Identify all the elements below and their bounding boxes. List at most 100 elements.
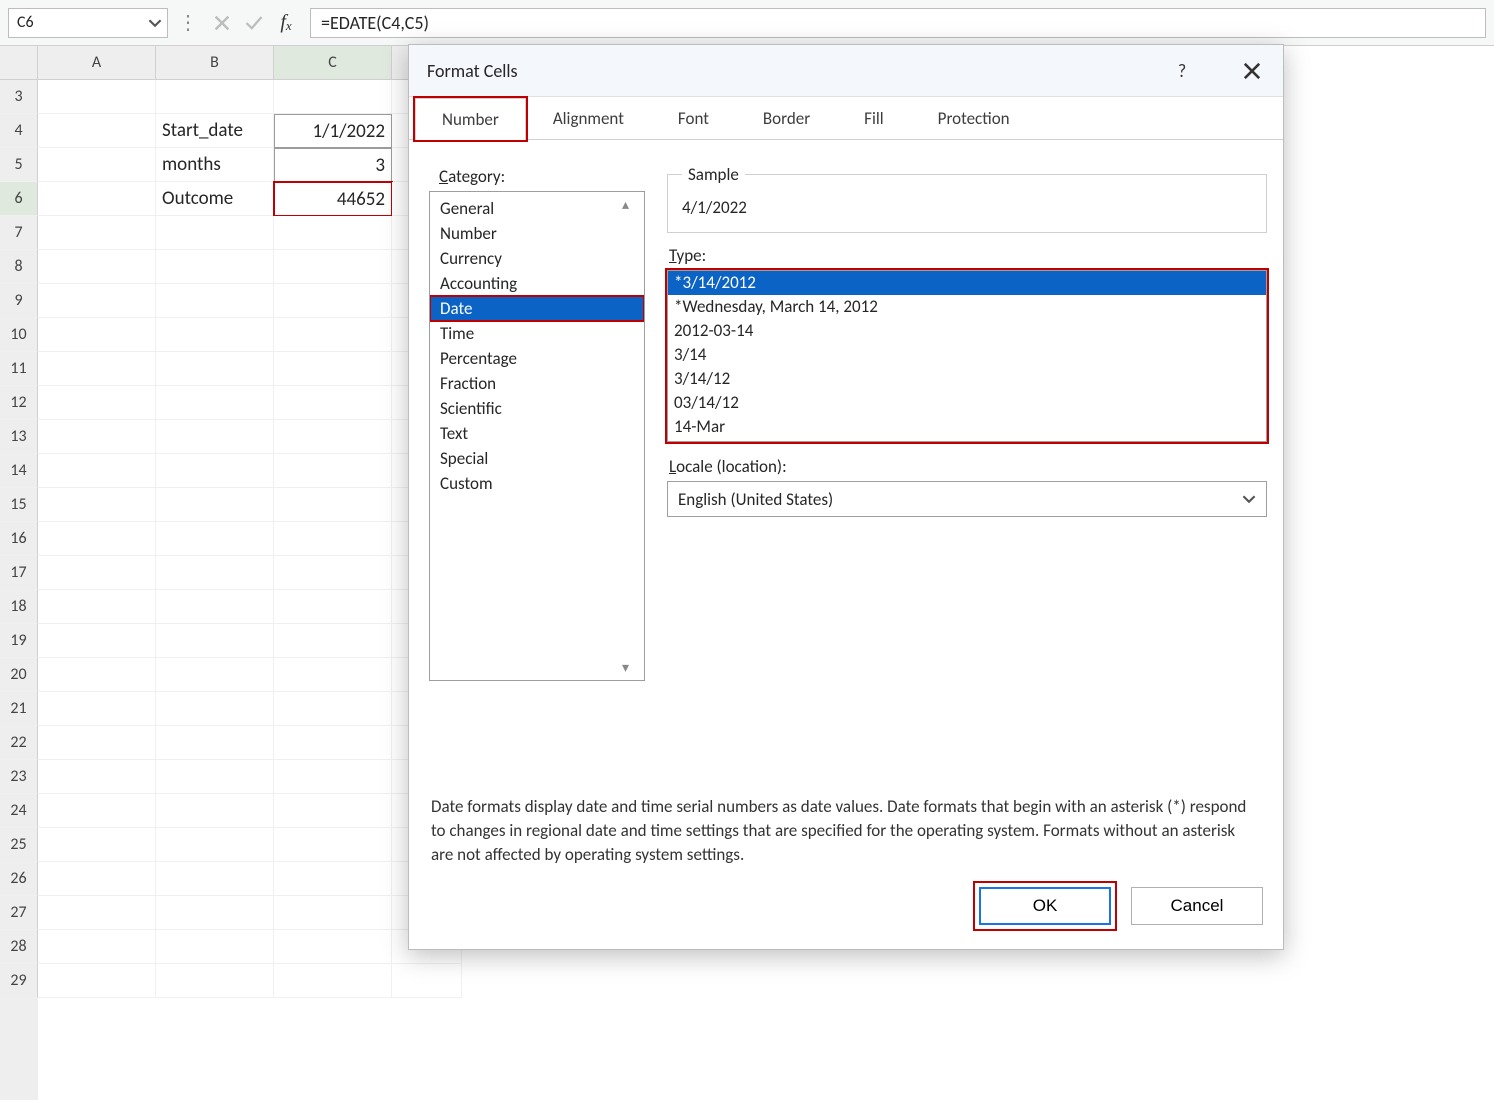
- cell[interactable]: [274, 216, 392, 250]
- row-header[interactable]: 16: [0, 522, 38, 556]
- category-item-accounting[interactable]: Accounting: [430, 271, 644, 296]
- type-item[interactable]: 3/14/12: [668, 367, 1266, 391]
- cell[interactable]: [38, 658, 156, 692]
- row-header[interactable]: 27: [0, 896, 38, 930]
- row-header[interactable]: 24: [0, 794, 38, 828]
- cell[interactable]: [38, 896, 156, 930]
- type-item[interactable]: 14-Mar: [668, 415, 1266, 439]
- category-item-currency[interactable]: Currency: [430, 246, 644, 271]
- formula-input[interactable]: =EDATE(C4,C5): [310, 8, 1486, 38]
- category-item-scientific[interactable]: Scientific: [430, 396, 644, 421]
- cell[interactable]: [38, 624, 156, 658]
- cell[interactable]: [274, 692, 392, 726]
- cell[interactable]: [274, 420, 392, 454]
- cell[interactable]: [156, 794, 274, 828]
- cell[interactable]: [38, 216, 156, 250]
- row-header[interactable]: 20: [0, 658, 38, 692]
- cell[interactable]: [156, 284, 274, 318]
- cell-B5[interactable]: months: [156, 148, 274, 182]
- help-icon[interactable]: ?: [1167, 56, 1197, 86]
- cell[interactable]: [274, 930, 392, 964]
- row-header[interactable]: 10: [0, 318, 38, 352]
- cell[interactable]: [156, 80, 274, 114]
- row-header[interactable]: 14: [0, 454, 38, 488]
- cell[interactable]: [274, 386, 392, 420]
- cell[interactable]: [156, 522, 274, 556]
- column-header[interactable]: C: [274, 46, 392, 80]
- tab-fill[interactable]: Fill: [837, 97, 911, 139]
- cancel-icon[interactable]: [208, 9, 236, 37]
- cell[interactable]: [156, 828, 274, 862]
- category-item-number[interactable]: Number: [430, 221, 644, 246]
- cell[interactable]: [38, 522, 156, 556]
- category-item-custom[interactable]: Custom: [430, 471, 644, 496]
- cell[interactable]: [156, 658, 274, 692]
- insert-function-icon[interactable]: fx: [272, 9, 300, 37]
- cell[interactable]: [38, 148, 156, 182]
- cell[interactable]: [38, 964, 156, 998]
- row-header[interactable]: 4: [0, 114, 38, 148]
- row-header[interactable]: 5: [0, 148, 38, 182]
- cell[interactable]: [274, 726, 392, 760]
- category-item-special[interactable]: Special: [430, 446, 644, 471]
- cell-C5[interactable]: 3: [274, 148, 392, 182]
- cell[interactable]: [38, 250, 156, 284]
- cell[interactable]: [156, 862, 274, 896]
- row-header[interactable]: 29: [0, 964, 38, 998]
- category-item-fraction[interactable]: Fraction: [430, 371, 644, 396]
- row-header[interactable]: 25: [0, 828, 38, 862]
- cell[interactable]: [156, 692, 274, 726]
- row-header[interactable]: 15: [0, 488, 38, 522]
- cell[interactable]: [274, 318, 392, 352]
- cell[interactable]: [38, 488, 156, 522]
- close-icon[interactable]: [1237, 56, 1267, 86]
- cell[interactable]: [156, 250, 274, 284]
- cell[interactable]: [274, 556, 392, 590]
- cell[interactable]: [274, 250, 392, 284]
- row-header[interactable]: 13: [0, 420, 38, 454]
- cell[interactable]: [274, 352, 392, 386]
- scroll-up-icon[interactable]: ▴: [622, 196, 642, 213]
- category-item-general[interactable]: General: [430, 196, 644, 221]
- cell[interactable]: [156, 352, 274, 386]
- type-list[interactable]: *3/14/2012 *Wednesday, March 14, 2012 20…: [667, 270, 1267, 442]
- row-header[interactable]: 17: [0, 556, 38, 590]
- row-header[interactable]: 7: [0, 216, 38, 250]
- cell[interactable]: [156, 760, 274, 794]
- row-header[interactable]: 19: [0, 624, 38, 658]
- cell[interactable]: [274, 964, 392, 998]
- ok-button[interactable]: OK: [979, 887, 1111, 925]
- cell[interactable]: [156, 726, 274, 760]
- cell-C4[interactable]: 1/1/2022: [274, 114, 392, 148]
- cell[interactable]: [38, 862, 156, 896]
- tab-font[interactable]: Font: [651, 97, 736, 139]
- enter-icon[interactable]: [240, 9, 268, 37]
- cell[interactable]: [38, 284, 156, 318]
- cell[interactable]: [274, 828, 392, 862]
- cell[interactable]: [38, 930, 156, 964]
- row-header[interactable]: 21: [0, 692, 38, 726]
- scroll-down-icon[interactable]: ▾: [622, 659, 642, 676]
- cell[interactable]: [274, 658, 392, 692]
- cancel-button[interactable]: Cancel: [1131, 887, 1263, 925]
- cell-B4[interactable]: Start_date: [156, 114, 274, 148]
- cell[interactable]: [38, 420, 156, 454]
- cell[interactable]: [274, 590, 392, 624]
- name-box[interactable]: C6: [8, 8, 168, 38]
- tab-alignment[interactable]: Alignment: [526, 97, 651, 139]
- row-header[interactable]: 6: [0, 182, 38, 216]
- scrollbar[interactable]: ▴ ▾: [622, 196, 642, 676]
- row-header[interactable]: 26: [0, 862, 38, 896]
- cell[interactable]: [156, 624, 274, 658]
- cell[interactable]: [156, 930, 274, 964]
- cell[interactable]: [156, 488, 274, 522]
- cell-B6[interactable]: Outcome: [156, 182, 274, 216]
- row-header[interactable]: 11: [0, 352, 38, 386]
- cell[interactable]: [38, 114, 156, 148]
- dialog-titlebar[interactable]: Format Cells ?: [409, 45, 1283, 97]
- cell-C6[interactable]: 44652: [274, 182, 392, 216]
- row-header[interactable]: 23: [0, 760, 38, 794]
- cell[interactable]: [38, 80, 156, 114]
- cell[interactable]: [156, 454, 274, 488]
- row-header[interactable]: 22: [0, 726, 38, 760]
